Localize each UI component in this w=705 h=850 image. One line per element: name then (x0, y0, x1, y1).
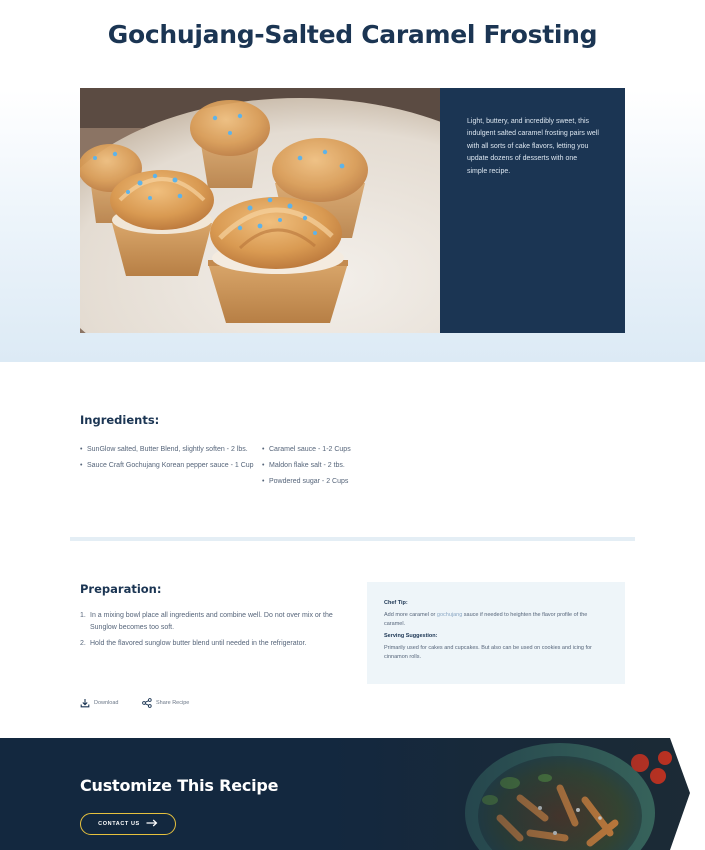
chef-tip-box: Chef Tip: Add more caramel or gochujang … (367, 582, 625, 684)
pasta-bowl-photo (330, 738, 705, 850)
ingredient-item: Powdered sugar - 2 Cups (262, 476, 392, 488)
step-text: Hold the flavored sunglow butter blend u… (90, 640, 307, 647)
preparation-title: Preparation: (80, 582, 162, 596)
download-label: Download (94, 700, 119, 706)
ingredient-item: Caramel sauce - 1-2 Cups (262, 444, 392, 456)
chef-tip-text-start: Add more caramel or (384, 612, 437, 618)
customize-recipe-banner: Customize This Recipe CONTACT US (0, 738, 705, 850)
gochujang-link[interactable]: gochujang (437, 612, 462, 618)
preparation-step: 1. In a mixing bowl place all ingredient… (80, 610, 345, 634)
ingredients-list-left: SunGlow salted, Butter Blend, slightly s… (80, 444, 260, 476)
section-divider (70, 537, 635, 541)
cupcake-photo (80, 88, 440, 333)
contact-us-button[interactable]: CONTACT US (80, 813, 176, 835)
step-number: 1. (80, 612, 86, 619)
share-icon (142, 698, 152, 708)
serving-suggestion-heading: Serving Suggestion: (384, 633, 438, 640)
page-title: Gochujang-Salted Caramel Frosting (107, 20, 598, 49)
hero-description: Light, buttery, and incredibly sweet, th… (467, 118, 599, 175)
step-number: 2. (80, 640, 86, 647)
step-text: In a mixing bowl place all ingredients a… (90, 612, 333, 631)
serving-suggestion-text: Primarily used for cakes and cupcakes. B… (384, 645, 592, 660)
cupcake-illustration (80, 88, 440, 333)
download-button[interactable]: Download (80, 697, 118, 709)
hero-description-panel: Light, buttery, and incredibly sweet, th… (440, 88, 625, 333)
preparation-steps: 1. In a mixing bowl place all ingredient… (80, 610, 345, 654)
share-label: Share Recipe (156, 700, 190, 706)
cta-title: Customize This Recipe (80, 776, 279, 795)
chef-tip-heading: Chef Tip: (384, 600, 408, 606)
ingredients-list-right: Caramel sauce - 1-2 Cups Maldon flake sa… (262, 444, 392, 492)
ingredients-title: Ingredients: (80, 413, 160, 427)
ingredient-item: Maldon flake salt - 2 tbs. (262, 460, 392, 472)
ingredient-item: Sauce Craft Gochujang Korean pepper sauc… (80, 460, 260, 472)
chef-tip-text: Add more caramel or gochujang sauce if n… (384, 611, 608, 628)
ingredient-item: SunGlow salted, Butter Blend, slightly s… (80, 444, 260, 456)
arrow-right-icon (146, 819, 158, 829)
contact-us-label: CONTACT US (98, 821, 140, 827)
download-icon (80, 698, 90, 708)
preparation-step: 2. Hold the flavored sunglow butter blen… (80, 638, 345, 650)
share-recipe-button[interactable]: Share Recipe (142, 697, 189, 709)
